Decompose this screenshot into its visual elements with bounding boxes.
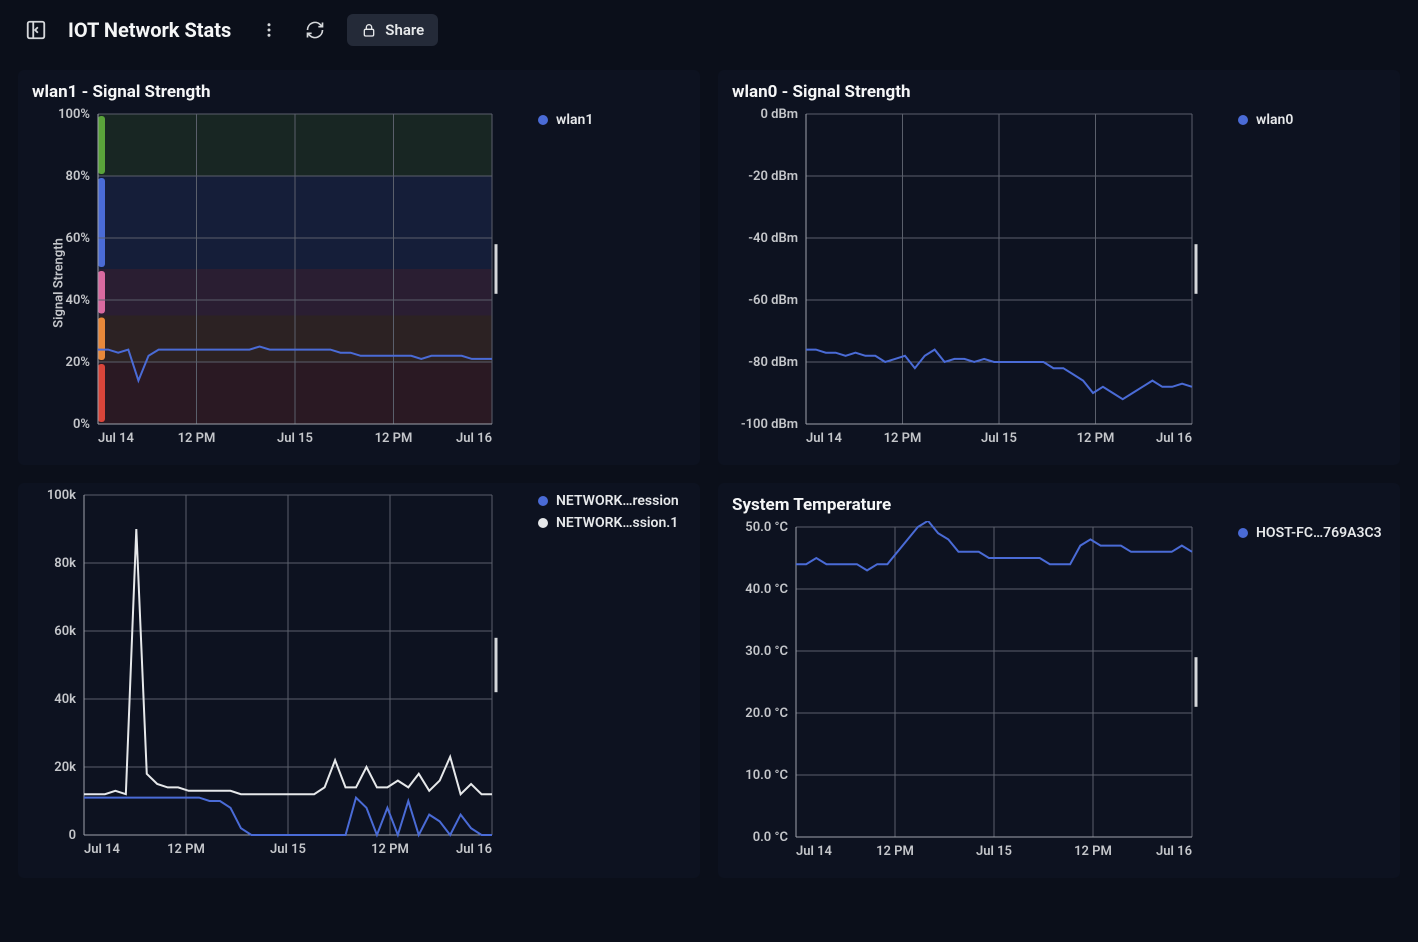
svg-text:20.0 °C: 20.0 °C [745,706,788,721]
panel-temp: System Temperature 0.0 °C 10.0 °C 20.0 °C 3… [718,483,1400,878]
legend-dot-icon [1238,115,1248,125]
chart-wlan0[interactable]: -100 dBm -80 dBm -60 dBm -40 dBm -20 dBm 0 dB… [732,108,1226,457]
svg-text:-60 dBm: -60 dBm [748,293,798,308]
svg-text:12 PM: 12 PM [884,431,922,446]
refresh-icon[interactable] [301,16,329,44]
more-menu-icon[interactable] [255,16,283,44]
svg-text:0 dBm: 0 dBm [760,108,798,122]
svg-text:12 PM: 12 PM [876,844,914,859]
legend: wlan0 [1226,108,1386,457]
share-label: Share [385,21,424,39]
panel-title: wlan0 - Signal Strength [732,82,1386,102]
svg-text:Jul 16: Jul 16 [456,431,492,446]
svg-text:50.0 °C: 50.0 °C [745,521,788,535]
share-button[interactable]: Share [347,14,438,46]
svg-text:80k: 80k [54,556,76,571]
legend-item[interactable]: HOST-FC…769A3C3 [1238,525,1386,541]
svg-text:-80 dBm: -80 dBm [748,355,798,370]
svg-text:10.0 °C: 10.0 °C [745,768,788,783]
svg-text:12 PM: 12 PM [375,431,413,446]
svg-text:40k: 40k [54,692,76,707]
page-title: IOT Network Stats [68,18,231,42]
chart-network[interactable]: 0 20k 40k 60k 80k 100k Jul 14 12 PM Jul 15 12 PM J… [32,489,526,870]
svg-text:20%: 20% [66,355,91,370]
legend-label: NETWORK…ression [556,493,679,509]
legend-item[interactable]: wlan0 [1238,112,1386,128]
panel-wlan1: wlan1 - Signal Strength Signal Strength … [18,70,700,465]
svg-text:Jul 16: Jul 16 [456,842,492,857]
svg-text:-40 dBm: -40 dBm [748,231,798,246]
svg-text:100%: 100% [58,108,90,122]
legend-item[interactable]: NETWORK…ssion.1 [538,515,686,531]
svg-text:Jul 14: Jul 14 [84,842,121,857]
legend-item[interactable]: NETWORK…ression [538,493,686,509]
legend: HOST-FC…769A3C3 [1226,521,1386,870]
chart-wlan1[interactable]: 0% 20% 40% 60% 80% 100% Jul 14 12 PM Jul 15 12 PM… [32,108,526,457]
svg-text:100k: 100k [47,489,76,503]
svg-text:0: 0 [69,828,76,843]
svg-text:-20 dBm: -20 dBm [748,169,798,184]
svg-text:Jul 15: Jul 15 [976,844,1012,859]
svg-text:Jul 14: Jul 14 [796,844,833,859]
top-bar: IOT Network Stats Share [0,0,1418,60]
svg-text:0%: 0% [73,417,90,432]
panel-network: 0 20k 40k 60k 80k 100k Jul 14 12 PM Jul 15 12 PM J… [18,483,700,878]
svg-text:Jul 14: Jul 14 [806,431,843,446]
legend-dot-icon [538,496,548,506]
svg-text:Jul 15: Jul 15 [277,431,313,446]
panel-wlan0: wlan0 - Signal Strength -100 dBm-80 dBm-… [718,70,1400,465]
svg-text:-100 dBm: -100 dBm [741,417,798,432]
svg-text:Jul 16: Jul 16 [1156,431,1192,446]
svg-text:80%: 80% [66,169,91,184]
legend-label: wlan1 [556,112,593,128]
legend-dot-icon [538,115,548,125]
svg-text:12 PM: 12 PM [167,842,205,857]
chart-temp[interactable]: 0.0 °C 10.0 °C 20.0 °C 30.0 °C 40.0 °C 50.0 °… [732,521,1226,870]
svg-text:Jul 15: Jul 15 [981,431,1017,446]
svg-text:20k: 20k [54,760,76,775]
legend-dot-icon [538,518,548,528]
svg-text:0.0 °C: 0.0 °C [753,830,789,845]
collapse-sidebar-icon[interactable] [22,16,50,44]
panel-title: wlan1 - Signal Strength [32,82,686,102]
svg-text:60k: 60k [54,624,76,639]
lock-icon [361,22,377,38]
svg-text:Jul 14: Jul 14 [98,431,135,446]
svg-text:Jul 16: Jul 16 [1156,844,1192,859]
legend-dot-icon [1238,528,1248,538]
legend: NETWORK…ression NETWORK…ssion.1 [526,489,686,870]
panel-title: System Temperature [732,495,1386,515]
svg-text:Jul 15: Jul 15 [270,842,306,857]
svg-text:12 PM: 12 PM [371,842,409,857]
svg-text:40%: 40% [66,293,91,308]
legend: wlan1 [526,108,686,457]
legend-label: NETWORK…ssion.1 [556,515,678,531]
svg-text:12 PM: 12 PM [178,431,216,446]
svg-text:12 PM: 12 PM [1074,844,1112,859]
legend-label: HOST-FC…769A3C3 [1256,525,1382,541]
svg-text:60%: 60% [66,231,91,246]
legend-label: wlan0 [1256,112,1293,128]
svg-text:12 PM: 12 PM [1077,431,1115,446]
dashboard-grid: wlan1 - Signal Strength Signal Strength … [0,60,1418,896]
svg-text:30.0 °C: 30.0 °C [745,644,788,659]
legend-item[interactable]: wlan1 [538,112,686,128]
svg-text:40.0 °C: 40.0 °C [745,582,788,597]
